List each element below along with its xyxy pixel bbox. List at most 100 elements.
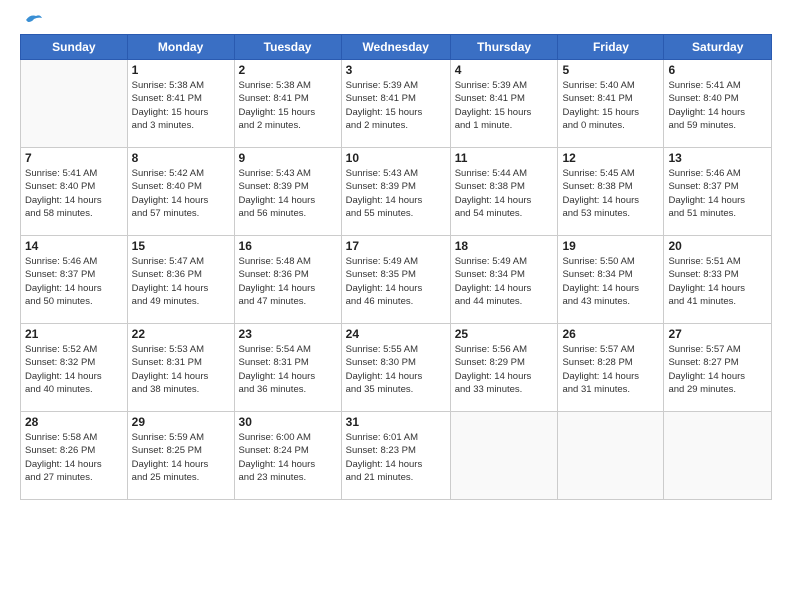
- day-number: 29: [132, 415, 230, 429]
- header-day-wednesday: Wednesday: [341, 35, 450, 60]
- day-number: 8: [132, 151, 230, 165]
- day-number: 9: [239, 151, 337, 165]
- day-number: 22: [132, 327, 230, 341]
- header-day-saturday: Saturday: [664, 35, 772, 60]
- calendar-body: 1Sunrise: 5:38 AM Sunset: 8:41 PM Daylig…: [21, 60, 772, 500]
- day-info: Sunrise: 5:39 AM Sunset: 8:41 PM Dayligh…: [455, 79, 554, 132]
- week-row-4: 28Sunrise: 5:58 AM Sunset: 8:26 PM Dayli…: [21, 412, 772, 500]
- calendar-cell: 14 Sunrise: 5:46 AM Sunset: 8:37 PM Dayli…: [21, 236, 128, 324]
- day-info: Sunrise: 5:47 AM Sunset: 8:36 PM Dayligh…: [132, 255, 230, 308]
- header-row: SundayMondayTuesdayWednesdayThursdayFrid…: [21, 35, 772, 60]
- logo: [20, 16, 44, 26]
- week-row-1: 7 Sunrise: 5:41 AM Sunset: 8:40 PM Daylig…: [21, 148, 772, 236]
- day-info: Sunrise: 5:42 AM Sunset: 8:40 PM Dayligh…: [132, 167, 230, 220]
- calendar-cell: 31 Sunrise: 6:01 AM Sunset: 8:23 PM Dayli…: [341, 412, 450, 500]
- calendar-cell: 12 Sunrise: 5:45 AM Sunset: 8:38 PM Dayli…: [558, 148, 664, 236]
- day-number: 7: [25, 151, 123, 165]
- day-info: Sunrise: 5:41 AM Sunset: 8:40 PM Dayligh…: [25, 167, 123, 220]
- header-day-thursday: Thursday: [450, 35, 558, 60]
- week-row-2: 14 Sunrise: 5:46 AM Sunset: 8:37 PM Dayli…: [21, 236, 772, 324]
- day-number: 19: [562, 239, 659, 253]
- calendar-cell: 2 Sunrise: 5:38 AM Sunset: 8:41 PM Daylig…: [234, 60, 341, 148]
- day-number: 4: [455, 63, 554, 77]
- day-number: 13: [668, 151, 767, 165]
- calendar-cell: 5Sunrise: 5:40 AM Sunset: 8:41 PM Daylig…: [558, 60, 664, 148]
- calendar-cell: 22Sunrise: 5:53 AM Sunset: 8:31 PM Dayli…: [127, 324, 234, 412]
- day-number: 6: [668, 63, 767, 77]
- calendar-header: SundayMondayTuesdayWednesdayThursdayFrid…: [21, 35, 772, 60]
- day-info: Sunrise: 5:49 AM Sunset: 8:35 PM Dayligh…: [346, 255, 446, 308]
- day-info: Sunrise: 5:45 AM Sunset: 8:38 PM Dayligh…: [562, 167, 659, 220]
- calendar-cell: 29 Sunrise: 5:59 AM Sunset: 8:25 PM Dayli…: [127, 412, 234, 500]
- page-container: SundayMondayTuesdayWednesdayThursdayFrid…: [0, 0, 792, 510]
- day-number: 15: [132, 239, 230, 253]
- calendar-cell: 1Sunrise: 5:38 AM Sunset: 8:41 PM Daylig…: [127, 60, 234, 148]
- calendar-cell: [558, 412, 664, 500]
- day-info: Sunrise: 5:48 AM Sunset: 8:36 PM Dayligh…: [239, 255, 337, 308]
- calendar-cell: 19 Sunrise: 5:50 AM Sunset: 8:34 PM Dayli…: [558, 236, 664, 324]
- day-number: 3: [346, 63, 446, 77]
- day-info: Sunrise: 5:43 AM Sunset: 8:39 PM Dayligh…: [346, 167, 446, 220]
- calendar-table: SundayMondayTuesdayWednesdayThursdayFrid…: [20, 34, 772, 500]
- calendar-cell: 20Sunrise: 5:51 AM Sunset: 8:33 PM Dayli…: [664, 236, 772, 324]
- calendar-cell: 18Sunrise: 5:49 AM Sunset: 8:34 PM Dayli…: [450, 236, 558, 324]
- day-info: Sunrise: 5:52 AM Sunset: 8:32 PM Dayligh…: [25, 343, 123, 396]
- day-info: Sunrise: 5:50 AM Sunset: 8:34 PM Dayligh…: [562, 255, 659, 308]
- calendar-cell: 27 Sunrise: 5:57 AM Sunset: 8:27 PM Dayli…: [664, 324, 772, 412]
- calendar-cell: 9 Sunrise: 5:43 AM Sunset: 8:39 PM Daylig…: [234, 148, 341, 236]
- day-info: Sunrise: 5:41 AM Sunset: 8:40 PM Dayligh…: [668, 79, 767, 132]
- day-info: Sunrise: 5:43 AM Sunset: 8:39 PM Dayligh…: [239, 167, 337, 220]
- header-day-sunday: Sunday: [21, 35, 128, 60]
- day-info: Sunrise: 5:44 AM Sunset: 8:38 PM Dayligh…: [455, 167, 554, 220]
- calendar-cell: 25 Sunrise: 5:56 AM Sunset: 8:29 PM Dayli…: [450, 324, 558, 412]
- day-number: 10: [346, 151, 446, 165]
- calendar-cell: 13 Sunrise: 5:46 AM Sunset: 8:37 PM Dayli…: [664, 148, 772, 236]
- day-info: Sunrise: 5:59 AM Sunset: 8:25 PM Dayligh…: [132, 431, 230, 484]
- calendar-cell: 30 Sunrise: 6:00 AM Sunset: 8:24 PM Dayli…: [234, 412, 341, 500]
- day-number: 28: [25, 415, 123, 429]
- day-number: 2: [239, 63, 337, 77]
- header-day-tuesday: Tuesday: [234, 35, 341, 60]
- day-info: Sunrise: 5:46 AM Sunset: 8:37 PM Dayligh…: [25, 255, 123, 308]
- calendar-cell: 26Sunrise: 5:57 AM Sunset: 8:28 PM Dayli…: [558, 324, 664, 412]
- day-info: Sunrise: 5:55 AM Sunset: 8:30 PM Dayligh…: [346, 343, 446, 396]
- calendar-cell: 8 Sunrise: 5:42 AM Sunset: 8:40 PM Daylig…: [127, 148, 234, 236]
- day-info: Sunrise: 6:00 AM Sunset: 8:24 PM Dayligh…: [239, 431, 337, 484]
- calendar-cell: [664, 412, 772, 500]
- day-number: 14: [25, 239, 123, 253]
- calendar-cell: 24 Sunrise: 5:55 AM Sunset: 8:30 PM Dayli…: [341, 324, 450, 412]
- header-day-monday: Monday: [127, 35, 234, 60]
- day-info: Sunrise: 5:51 AM Sunset: 8:33 PM Dayligh…: [668, 255, 767, 308]
- calendar-cell: 11 Sunrise: 5:44 AM Sunset: 8:38 PM Dayli…: [450, 148, 558, 236]
- day-number: 24: [346, 327, 446, 341]
- day-info: Sunrise: 5:57 AM Sunset: 8:28 PM Dayligh…: [562, 343, 659, 396]
- week-row-0: 1Sunrise: 5:38 AM Sunset: 8:41 PM Daylig…: [21, 60, 772, 148]
- day-number: 11: [455, 151, 554, 165]
- day-info: Sunrise: 5:39 AM Sunset: 8:41 PM Dayligh…: [346, 79, 446, 132]
- logo-bird-icon: [22, 12, 44, 30]
- calendar-cell: 3 Sunrise: 5:39 AM Sunset: 8:41 PM Daylig…: [341, 60, 450, 148]
- week-row-3: 21Sunrise: 5:52 AM Sunset: 8:32 PM Dayli…: [21, 324, 772, 412]
- calendar-cell: 15 Sunrise: 5:47 AM Sunset: 8:36 PM Dayli…: [127, 236, 234, 324]
- calendar-cell: 4 Sunrise: 5:39 AM Sunset: 8:41 PM Daylig…: [450, 60, 558, 148]
- calendar-cell: 17 Sunrise: 5:49 AM Sunset: 8:35 PM Dayli…: [341, 236, 450, 324]
- day-number: 30: [239, 415, 337, 429]
- day-number: 16: [239, 239, 337, 253]
- day-number: 27: [668, 327, 767, 341]
- calendar-cell: 6 Sunrise: 5:41 AM Sunset: 8:40 PM Daylig…: [664, 60, 772, 148]
- day-info: Sunrise: 5:38 AM Sunset: 8:41 PM Dayligh…: [239, 79, 337, 132]
- day-info: Sunrise: 5:46 AM Sunset: 8:37 PM Dayligh…: [668, 167, 767, 220]
- calendar-cell: 28Sunrise: 5:58 AM Sunset: 8:26 PM Dayli…: [21, 412, 128, 500]
- day-info: Sunrise: 5:49 AM Sunset: 8:34 PM Dayligh…: [455, 255, 554, 308]
- day-number: 25: [455, 327, 554, 341]
- day-number: 12: [562, 151, 659, 165]
- day-info: Sunrise: 5:56 AM Sunset: 8:29 PM Dayligh…: [455, 343, 554, 396]
- calendar-cell: 21Sunrise: 5:52 AM Sunset: 8:32 PM Dayli…: [21, 324, 128, 412]
- day-number: 31: [346, 415, 446, 429]
- day-info: Sunrise: 5:57 AM Sunset: 8:27 PM Dayligh…: [668, 343, 767, 396]
- calendar-cell: 16 Sunrise: 5:48 AM Sunset: 8:36 PM Dayli…: [234, 236, 341, 324]
- day-number: 17: [346, 239, 446, 253]
- calendar-cell: [21, 60, 128, 148]
- day-info: Sunrise: 5:54 AM Sunset: 8:31 PM Dayligh…: [239, 343, 337, 396]
- day-info: Sunrise: 6:01 AM Sunset: 8:23 PM Dayligh…: [346, 431, 446, 484]
